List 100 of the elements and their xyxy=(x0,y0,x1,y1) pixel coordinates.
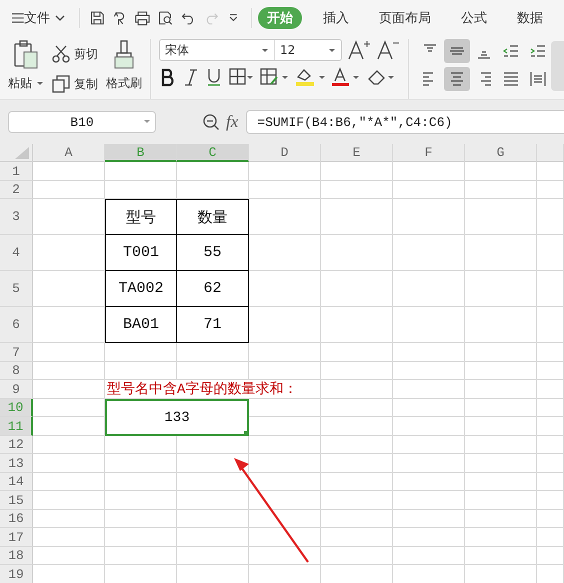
sheet-cell[interactable] xyxy=(249,473,321,491)
row-header[interactable]: 2 xyxy=(0,181,33,199)
ribbon-tab[interactable]: 公式 xyxy=(452,6,496,28)
sheet-cell[interactable] xyxy=(249,491,321,510)
sheet-cell[interactable] xyxy=(465,473,537,491)
sheet-cell[interactable] xyxy=(105,510,177,528)
italic-icon[interactable] xyxy=(182,67,200,87)
sheet-cell[interactable] xyxy=(393,547,465,565)
sheet-cell[interactable] xyxy=(393,510,465,528)
sheet-cell[interactable] xyxy=(321,362,393,380)
font-name-field[interactable]: 宋体 xyxy=(165,42,189,58)
formula-field[interactable]: =SUMIF(B4:B6,"*A*",C4:C6) xyxy=(246,110,564,134)
sheet-cell[interactable] xyxy=(321,380,393,399)
sheet-cell[interactable] xyxy=(537,454,564,473)
borders-icon[interactable] xyxy=(228,67,254,87)
paste-label[interactable]: 粘贴 xyxy=(8,75,32,92)
sheet-cell[interactable] xyxy=(465,547,537,565)
sheet-cell[interactable] xyxy=(33,510,105,528)
sheet-cell[interactable] xyxy=(105,528,177,547)
sheet-cell[interactable] xyxy=(33,547,105,565)
sheet-cell[interactable] xyxy=(177,528,249,547)
paintbrush-icon[interactable] xyxy=(112,39,136,71)
ribbon-tab[interactable]: 开始 xyxy=(258,6,302,28)
row-header[interactable]: 8 xyxy=(0,362,33,380)
ribbon-tab[interactable]: 数据 xyxy=(508,6,552,28)
sheet-cell[interactable] xyxy=(537,271,564,307)
sheet-cell[interactable] xyxy=(321,547,393,565)
column-header[interactable]: D xyxy=(249,144,321,162)
column-header[interactable]: G xyxy=(465,144,537,162)
align-center-icon[interactable] xyxy=(444,67,470,91)
sheet-cell[interactable] xyxy=(33,162,105,181)
sheet-cell[interactable] xyxy=(33,380,105,399)
ribbon-tab[interactable]: 页面布局 xyxy=(370,6,440,28)
sheet-cell[interactable] xyxy=(393,343,465,362)
sheet-cell[interactable] xyxy=(537,528,564,547)
sheet-cell[interactable] xyxy=(321,473,393,491)
sheet-cell[interactable] xyxy=(105,454,177,473)
cut-label[interactable]: 剪切 xyxy=(74,46,98,62)
sheet-cell[interactable] xyxy=(321,271,393,307)
sheet-cell[interactable] xyxy=(33,491,105,510)
caret-icon[interactable] xyxy=(36,81,44,86)
sheet-cell[interactable] xyxy=(321,399,393,417)
sheet-cell[interactable] xyxy=(249,343,321,362)
sheet-cell[interactable] xyxy=(249,547,321,565)
sheet-cell[interactable] xyxy=(249,181,321,199)
caret-icon[interactable] xyxy=(261,48,269,52)
sheet-cell[interactable] xyxy=(537,491,564,510)
paste-icon[interactable] xyxy=(12,39,40,71)
caret-icon[interactable] xyxy=(328,48,336,52)
sheet-cell[interactable] xyxy=(465,162,537,181)
selected-cell[interactable]: 133 xyxy=(105,399,249,436)
font-size-field[interactable]: 12 xyxy=(280,43,296,57)
sheet-cell[interactable] xyxy=(393,417,465,436)
row-header[interactable]: 3 xyxy=(0,199,33,235)
sheet-cell[interactable] xyxy=(537,417,564,436)
sheet-cell[interactable] xyxy=(177,473,249,491)
row-header[interactable]: 19 xyxy=(0,565,33,583)
sheet-cell[interactable] xyxy=(33,362,105,380)
row-header[interactable]: 16 xyxy=(0,510,33,528)
row-header[interactable]: 9 xyxy=(0,380,33,399)
underline-icon[interactable] xyxy=(205,67,223,87)
scissors-icon[interactable] xyxy=(52,45,70,63)
sheet-cell[interactable] xyxy=(465,454,537,473)
fill-color-icon[interactable] xyxy=(294,67,326,87)
sheet-cell[interactable] xyxy=(105,473,177,491)
menu-icon[interactable] xyxy=(12,12,24,24)
row-header[interactable]: 18 xyxy=(0,547,33,565)
sheet-cell[interactable] xyxy=(321,528,393,547)
sheet-cell[interactable] xyxy=(393,235,465,271)
sheet-cell[interactable] xyxy=(465,362,537,380)
column-header[interactable]: B xyxy=(105,144,177,162)
sheet-cell[interactable] xyxy=(537,199,564,235)
sheet-cell[interactable] xyxy=(33,473,105,491)
sheet-cell[interactable] xyxy=(465,380,537,399)
sheet-cell[interactable] xyxy=(177,491,249,510)
sheet-cell[interactable] xyxy=(465,235,537,271)
shrink-font-icon[interactable] xyxy=(376,39,400,61)
chevron-down-icon[interactable] xyxy=(54,14,65,22)
row-header[interactable]: 15 xyxy=(0,491,33,510)
fill-handle[interactable] xyxy=(244,431,249,436)
sheet-cell[interactable] xyxy=(321,510,393,528)
column-header[interactable]: F xyxy=(393,144,465,162)
sheet-cell[interactable] xyxy=(393,181,465,199)
sheet-cell[interactable] xyxy=(393,528,465,547)
row-header[interactable]: 1 xyxy=(0,162,33,181)
sheet-cell[interactable] xyxy=(249,362,321,380)
sheet-cell[interactable] xyxy=(321,199,393,235)
sheet-cell[interactable] xyxy=(537,235,564,271)
sheet-cell[interactable] xyxy=(393,162,465,181)
zoom-icon[interactable] xyxy=(202,113,220,131)
sheet-cell[interactable] xyxy=(465,528,537,547)
column-header[interactable] xyxy=(537,144,564,162)
sheet-cell[interactable] xyxy=(393,271,465,307)
sheet-cell[interactable] xyxy=(465,307,537,343)
sheet-cell[interactable] xyxy=(321,436,393,454)
sheet-cell[interactable] xyxy=(393,491,465,510)
row-header[interactable]: 13 xyxy=(0,454,33,473)
column-header[interactable]: E xyxy=(321,144,393,162)
sheet-cell[interactable] xyxy=(33,343,105,362)
sheet-cell[interactable] xyxy=(33,454,105,473)
